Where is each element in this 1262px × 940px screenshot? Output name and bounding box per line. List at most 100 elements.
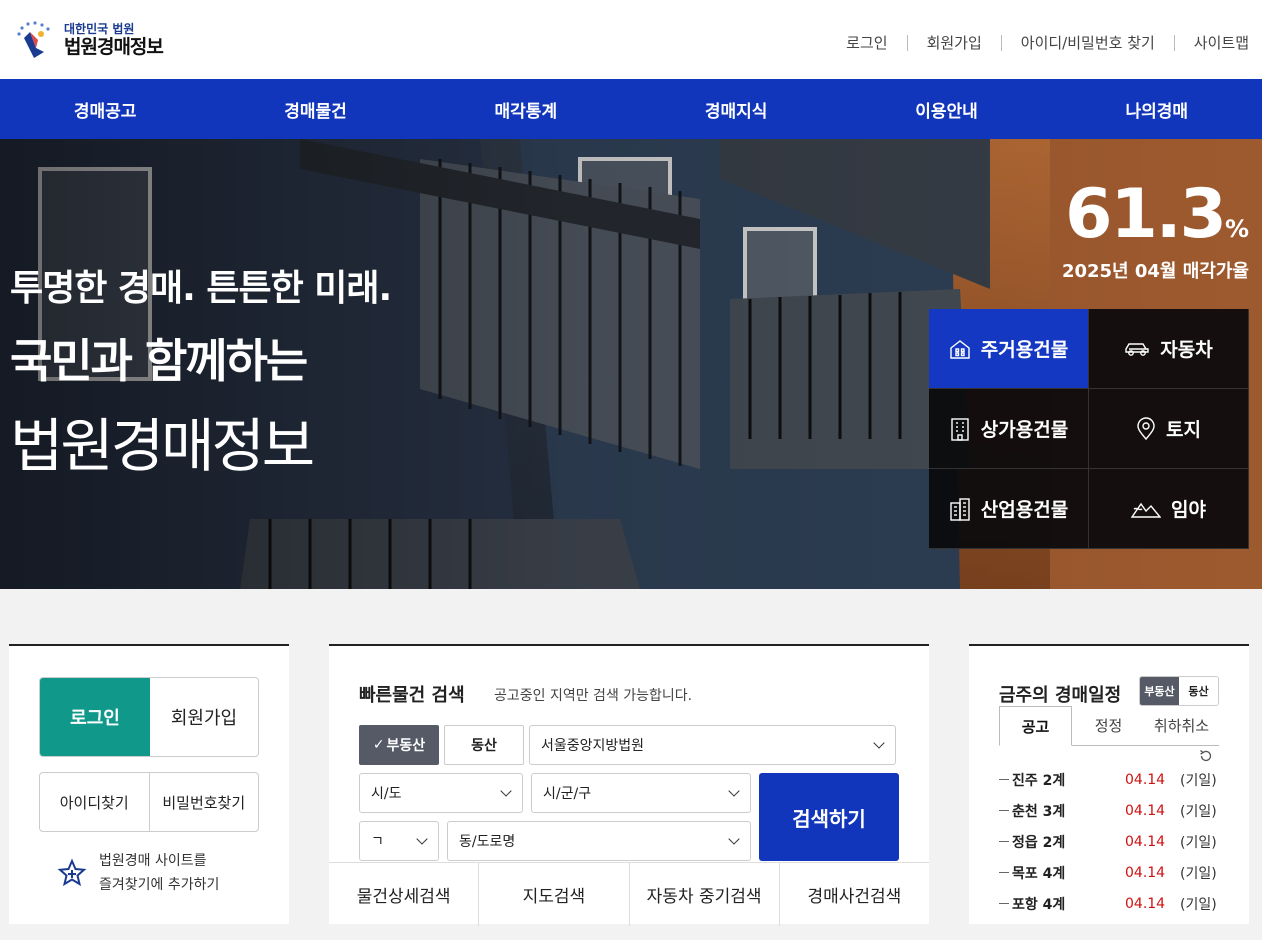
- category-label: 주거용건물: [980, 339, 1069, 361]
- nav-item-sale-statistics[interactable]: 매각통계: [421, 79, 631, 139]
- util-join-link[interactable]: 회원가입: [927, 32, 982, 53]
- category-industrial-button[interactable]: 산업용건물: [929, 469, 1089, 549]
- util-divider: [1173, 34, 1175, 51]
- site-header: 대한민국 법원 법원경매정보 로그인 회원가입 아이디/비밀번호 찾기 사이트맵: [0, 0, 1262, 79]
- category-residential-button[interactable]: 주거용건물: [929, 309, 1089, 389]
- category-commercial-button[interactable]: 상가용건물: [929, 389, 1089, 469]
- category-label: 산업용건물: [980, 499, 1069, 521]
- schedule-date: 04.14: [1125, 771, 1166, 788]
- schedule-court-name: 목포 4계: [1012, 865, 1066, 882]
- refresh-icon[interactable]: [1199, 749, 1213, 763]
- login-panel: 로그인 회원가입 아이디찾기 비밀번호찾기 법원경매 사이트를 즐겨찾기에 추가…: [9, 644, 289, 924]
- initial-consonant-select[interactable]: ㄱ: [359, 821, 439, 861]
- tab-case-search[interactable]: 경매사건검색: [780, 863, 929, 926]
- tab-detail-search[interactable]: 물건상세검색: [329, 863, 480, 926]
- find-account-group: 아이디찾기 비밀번호찾기: [39, 772, 259, 832]
- category-grid: 주거용건물 자동차 상가용건물 토지 산업용건물 임야: [929, 309, 1249, 549]
- schedule-real-estate-toggle[interactable]: 부동산: [1140, 677, 1179, 705]
- schedule-row[interactable]: 춘천 3계 04.14 (기일): [999, 795, 1219, 826]
- category-label: 자동차: [1160, 339, 1213, 361]
- sale-rate-label: 2025년 04월 매각가율: [1061, 261, 1249, 282]
- add-favorite-link[interactable]: 법원경매 사이트를 즐겨찾기에 추가하기: [57, 849, 219, 897]
- category-forest-button[interactable]: 임야: [1089, 469, 1249, 549]
- util-find-account-link[interactable]: 아이디/비밀번호 찾기: [1021, 32, 1155, 53]
- real-estate-toggle[interactable]: ✓ 부동산: [359, 725, 439, 765]
- sido-select-value: 시/도: [371, 786, 402, 802]
- court-emblem-icon: [17, 21, 50, 58]
- list-dash: [999, 779, 1009, 780]
- schedule-row[interactable]: 포항 4계 04.14 (기일): [999, 888, 1219, 919]
- hero-slogan-line2: 국민과 함께하는: [10, 334, 308, 388]
- util-login-link[interactable]: 로그인: [846, 32, 887, 53]
- list-dash: [999, 872, 1009, 873]
- car-icon: [1125, 342, 1149, 356]
- hero-slogan-line1: 투명한 경매. 튼튼한 미래.: [10, 268, 392, 309]
- quick-search-description: 공고중인 지역만 검색 가능합니다.: [494, 688, 693, 704]
- building-icon: [951, 417, 969, 441]
- sale-rate-value: 61.3: [1065, 175, 1227, 254]
- schedule-movable-toggle[interactable]: 동산: [1179, 677, 1218, 705]
- schedule-note: (기일): [1180, 772, 1217, 789]
- logo-subtitle: 대한민국 법원: [64, 21, 135, 36]
- movable-toggle[interactable]: 동산: [444, 725, 524, 765]
- find-password-button[interactable]: 비밀번호찾기: [150, 773, 259, 831]
- util-divider: [1000, 34, 1002, 51]
- map-pin-icon: [1137, 416, 1155, 440]
- check-icon: ✓: [372, 737, 385, 753]
- tab-correction[interactable]: 정정: [1072, 706, 1145, 745]
- find-id-button[interactable]: 아이디찾기: [40, 773, 150, 831]
- court-select[interactable]: 서울중앙지방법원: [529, 725, 896, 765]
- weekly-schedule-panel: 금주의 경매일정 부동산 동산 공고 정정 취하취소 진주 2계 04.14 (…: [969, 644, 1249, 924]
- chevron-down-icon: [500, 785, 512, 797]
- tab-withdrawal[interactable]: 취하취소: [1145, 706, 1218, 745]
- nav-item-my-auction[interactable]: 나의경매: [1052, 79, 1262, 139]
- schedule-row[interactable]: 목포 4계 04.14 (기일): [999, 857, 1219, 888]
- sale-rate-widget[interactable]: 61.3% 2025년 04월 매각가율: [1062, 179, 1249, 283]
- tab-vehicle-search[interactable]: 자동차 중기검색: [630, 863, 780, 926]
- star-plus-icon: [57, 858, 87, 887]
- schedule-note: (기일): [1180, 896, 1217, 913]
- tab-map-search[interactable]: 지도검색: [479, 863, 630, 926]
- sido-select[interactable]: 시/도: [359, 773, 523, 813]
- dong-select[interactable]: 동/도로명: [447, 821, 751, 861]
- list-dash: [999, 903, 1009, 904]
- schedule-court-name: 춘천 3계: [1012, 803, 1066, 820]
- category-land-button[interactable]: 토지: [1089, 389, 1249, 469]
- sigungu-select-value: 시/군/구: [543, 786, 592, 802]
- schedule-row[interactable]: 진주 2계 04.14 (기일): [999, 764, 1219, 795]
- nav-item-usage-guide[interactable]: 이용안내: [841, 79, 1051, 139]
- schedule-date: 04.14: [1125, 833, 1166, 850]
- list-dash: [999, 810, 1009, 811]
- initial-consonant-value: ㄱ: [371, 834, 384, 850]
- quick-search-title: 빠른물건 검색: [359, 685, 465, 706]
- category-label: 상가용건물: [980, 419, 1069, 441]
- sigungu-select[interactable]: 시/군/구: [531, 773, 751, 813]
- schedule-note: (기일): [1180, 803, 1217, 820]
- site-logo[interactable]: 대한민국 법원 법원경매정보: [14, 18, 164, 62]
- tab-notice[interactable]: 공고: [999, 706, 1072, 746]
- logo-title: 법원경매정보: [64, 35, 164, 58]
- util-sitemap-link[interactable]: 사이트맵: [1194, 32, 1249, 53]
- hero-slogan-line3: 법원경매정보: [10, 412, 315, 480]
- category-label: 임야: [1171, 499, 1206, 521]
- chevron-down-icon: [728, 833, 740, 845]
- nav-item-auction-knowledge[interactable]: 경매지식: [631, 79, 841, 139]
- join-button[interactable]: 회원가입: [150, 678, 258, 756]
- search-type-tabs: 물건상세검색 지도검색 자동차 중기검색 경매사건검색: [329, 862, 929, 926]
- schedule-row[interactable]: 정읍 2계 04.14 (기일): [999, 826, 1219, 857]
- chevron-down-icon: [416, 833, 428, 845]
- util-divider: [906, 34, 908, 51]
- schedule-court-name: 정읍 2계: [1012, 834, 1066, 851]
- nav-item-auction-items[interactable]: 경매물건: [210, 79, 420, 139]
- schedule-note: (기일): [1180, 834, 1217, 851]
- nav-item-auction-notice[interactable]: 경매공고: [0, 79, 210, 139]
- login-button[interactable]: 로그인: [40, 678, 150, 756]
- favorite-text-line2: 즐겨찾기에 추가하기: [99, 877, 220, 893]
- real-estate-label: 부동산: [386, 738, 426, 754]
- hero-slogan: 투명한 경매. 튼튼한 미래. 국민과 함께하는 법원경매정보: [10, 259, 392, 483]
- utility-nav: 로그인 회원가입 아이디/비밀번호 찾기 사이트맵: [846, 32, 1249, 53]
- category-vehicle-button[interactable]: 자동차: [1089, 309, 1249, 389]
- chevron-down-icon: [728, 785, 740, 797]
- search-button[interactable]: 검색하기: [759, 773, 899, 861]
- chevron-down-icon: [873, 737, 885, 749]
